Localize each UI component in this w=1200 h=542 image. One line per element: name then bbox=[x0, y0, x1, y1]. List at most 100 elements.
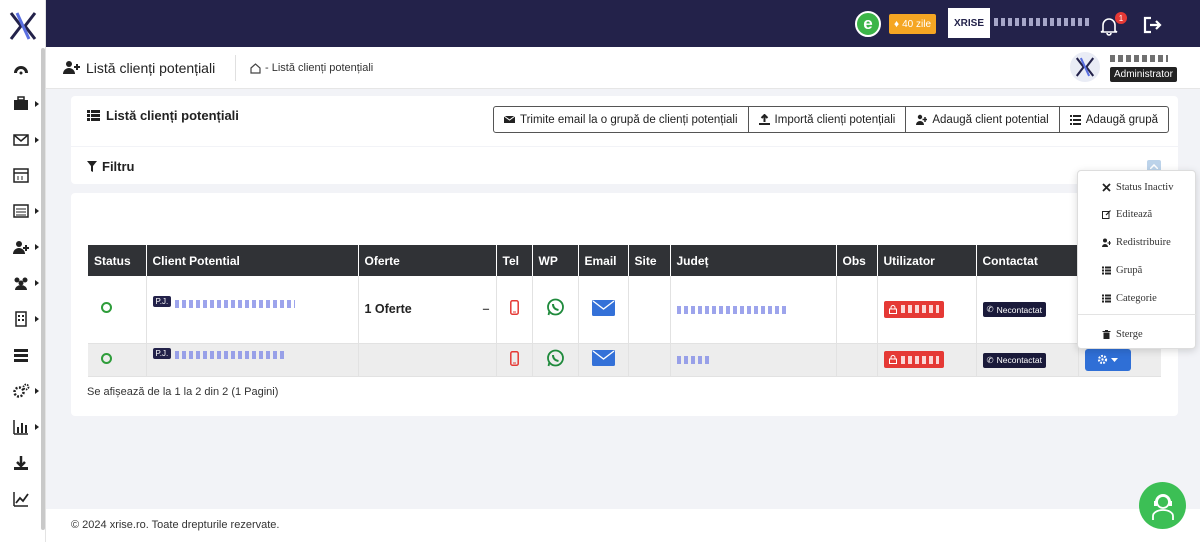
e-status-icon[interactable]: e bbox=[855, 11, 881, 37]
company-logo[interactable]: XRISE bbox=[948, 8, 990, 38]
add-group-button[interactable]: Adaugă grupă bbox=[1060, 107, 1168, 132]
menu-item-redistribute[interactable]: Redistribuire bbox=[1078, 231, 1197, 253]
phone-cell[interactable] bbox=[496, 343, 533, 377]
contact-status-badge[interactable]: ✆ Necontactat bbox=[982, 352, 1046, 368]
sidebar-scrollbar[interactable] bbox=[41, 48, 45, 530]
list-icon bbox=[1102, 294, 1111, 302]
building-icon[interactable] bbox=[10, 309, 32, 329]
whatsapp-cell[interactable] bbox=[532, 276, 579, 344]
column-header-user[interactable]: Utilizator bbox=[877, 245, 977, 276]
column-header-offers[interactable]: Oferte bbox=[358, 245, 497, 276]
offers-cell[interactable] bbox=[358, 343, 497, 377]
calendar-icon[interactable] bbox=[10, 165, 32, 185]
column-header-tel[interactable]: Tel bbox=[496, 245, 533, 276]
caret-down-icon bbox=[1111, 357, 1118, 362]
row-actions-button[interactable] bbox=[1084, 348, 1131, 371]
client-name-redacted[interactable] bbox=[174, 351, 285, 360]
table-icon[interactable] bbox=[10, 345, 32, 365]
lock-icon bbox=[888, 355, 897, 364]
page-header: Listă clienți potențiali - Listă clienți… bbox=[46, 47, 1200, 89]
user-badge bbox=[883, 351, 944, 368]
company-name-redacted bbox=[994, 18, 1090, 26]
chevron-right-icon bbox=[35, 424, 39, 430]
phone-icon: ✆ bbox=[986, 304, 994, 315]
dashboard-icon[interactable] bbox=[10, 59, 32, 79]
cogs-icon[interactable] bbox=[10, 381, 32, 401]
logout-icon[interactable] bbox=[1143, 16, 1163, 34]
filter-icon bbox=[87, 161, 97, 172]
page-title: Listă clienți potențiali bbox=[86, 60, 216, 76]
footer: © 2024 xrise.ro. Toate drepturile rezerv… bbox=[46, 509, 1200, 542]
phone-cell[interactable] bbox=[496, 276, 533, 344]
chevron-right-icon bbox=[35, 208, 39, 214]
send-group-email-button[interactable]: Trimite email la o grupă de clienți pote… bbox=[494, 107, 749, 132]
whatsapp-icon[interactable] bbox=[546, 349, 565, 368]
import-leads-button[interactable]: Importă clienți potențiali bbox=[749, 107, 907, 132]
users-icon[interactable] bbox=[10, 273, 32, 293]
column-header-client[interactable]: Client Potential bbox=[146, 245, 359, 276]
whatsapp-icon[interactable] bbox=[546, 298, 565, 317]
client-cell[interactable]: P.J. bbox=[146, 276, 359, 344]
obs-cell bbox=[836, 276, 878, 344]
menu-item-edit[interactable]: Editează bbox=[1078, 203, 1197, 225]
menu-divider bbox=[1078, 314, 1197, 315]
user-name-redacted bbox=[900, 305, 939, 314]
client-name-redacted[interactable] bbox=[174, 299, 295, 308]
offers-cell[interactable]: 1 Oferte – bbox=[358, 276, 497, 344]
column-header-contacted[interactable]: Contactat bbox=[976, 245, 1079, 276]
envelope-icon[interactable] bbox=[10, 130, 32, 150]
status-cell bbox=[88, 343, 147, 377]
county-cell bbox=[670, 343, 837, 377]
phone-icon: ✆ bbox=[986, 354, 994, 365]
list-icon bbox=[1069, 115, 1081, 125]
email-cell[interactable] bbox=[578, 276, 629, 344]
county-redacted bbox=[676, 356, 711, 365]
home-icon[interactable] bbox=[250, 63, 261, 74]
menu-item-group[interactable]: Grupă bbox=[1078, 259, 1197, 281]
client-cell[interactable]: P.J. bbox=[146, 343, 359, 377]
table-header-row: Status Client Potential Oferte Tel WP Em… bbox=[88, 245, 1161, 276]
bar-chart-icon[interactable] bbox=[10, 417, 32, 437]
list-icon[interactable] bbox=[10, 201, 32, 221]
email-cell[interactable] bbox=[578, 343, 629, 377]
filter-section[interactable]: Filtru bbox=[71, 146, 1178, 184]
chevron-right-icon bbox=[35, 316, 39, 322]
support-chat-button[interactable] bbox=[1139, 482, 1186, 529]
site-cell bbox=[628, 343, 671, 377]
leads-table-card: Status Client Potential Oferte Tel WP Em… bbox=[71, 193, 1178, 416]
avatar[interactable] bbox=[1070, 52, 1100, 82]
close-icon bbox=[1102, 182, 1111, 192]
menu-item-delete[interactable]: Sterge bbox=[1078, 323, 1197, 345]
trial-days-label: 40 zile bbox=[902, 18, 932, 30]
county-cell bbox=[670, 276, 837, 344]
envelope-icon[interactable] bbox=[591, 299, 615, 316]
add-lead-button[interactable]: Adaugă client potential bbox=[906, 107, 1060, 132]
breadcrumb: - Listă clienți potențiali bbox=[265, 62, 374, 74]
column-header-email[interactable]: Email bbox=[578, 245, 629, 276]
user-name-redacted bbox=[900, 355, 939, 364]
row-actions-dropdown: Status Inactiv Editează Redistribuire Gr… bbox=[1077, 170, 1197, 349]
whatsapp-cell[interactable] bbox=[532, 343, 579, 377]
chevron-up-icon bbox=[1150, 163, 1158, 169]
list-icon bbox=[87, 110, 100, 121]
user-plus-icon[interactable] bbox=[10, 237, 32, 257]
contact-status-badge[interactable]: ✆ Necontactat bbox=[982, 302, 1046, 318]
menu-item-set-inactive[interactable]: Status Inactiv bbox=[1078, 176, 1197, 198]
envelope-icon[interactable] bbox=[591, 350, 615, 366]
download-icon[interactable] bbox=[10, 453, 32, 473]
column-header-obs[interactable]: Obs bbox=[836, 245, 878, 276]
column-header-status[interactable]: Status bbox=[88, 245, 147, 276]
phone-icon[interactable] bbox=[509, 300, 519, 316]
column-header-wp[interactable]: WP bbox=[532, 245, 579, 276]
line-chart-icon[interactable] bbox=[10, 489, 32, 509]
copyright-text: © 2024 xrise.ro. Toate drepturile rezerv… bbox=[71, 519, 280, 531]
column-header-county[interactable]: Județ bbox=[670, 245, 837, 276]
leads-header-card: Listă clienți potențiali Trimite email l… bbox=[71, 96, 1178, 184]
menu-item-category[interactable]: Categorie bbox=[1078, 287, 1197, 309]
column-header-site[interactable]: Site bbox=[628, 245, 671, 276]
phone-icon[interactable] bbox=[509, 350, 519, 366]
briefcase-icon[interactable] bbox=[10, 94, 32, 114]
app-logo[interactable] bbox=[8, 10, 38, 42]
entity-type-badge: P.J. bbox=[152, 347, 172, 359]
pagination-info: Se afișează de la 1 la 2 din 2 (1 Pagini… bbox=[87, 386, 279, 398]
